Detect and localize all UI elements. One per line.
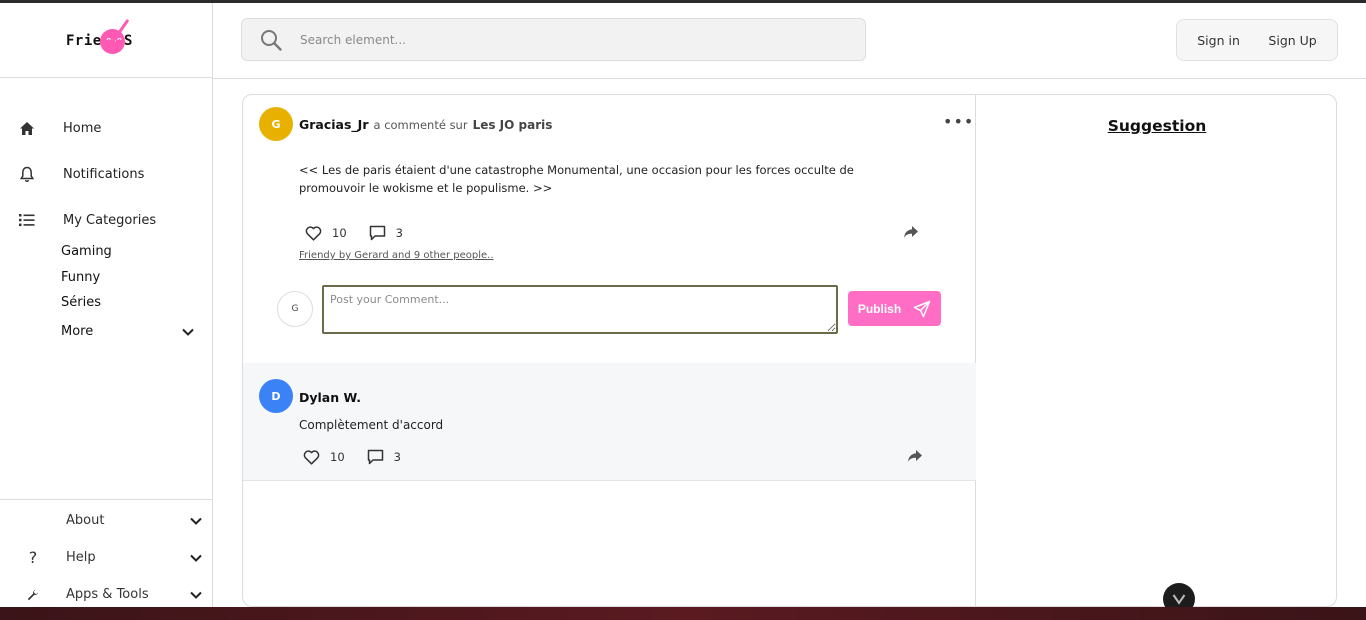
chevron-down-icon [1172,594,1186,605]
logo-area: Frien ᵔᵕᵔ S [0,3,212,78]
reply-author[interactable]: Dylan W. [299,390,361,405]
comment-icon [367,449,383,465]
comment-icon [369,225,385,241]
comment-button[interactable]: 3 [367,449,401,465]
logo-tail: S [124,33,133,49]
home-icon [18,119,36,137]
post-header: Gracias_Jr a commenté sur Les JO paris [299,117,552,132]
apps-tools-label: Apps & Tools [66,587,149,602]
brand-logo[interactable]: Frien ᵔᵕᵔ S [66,18,146,60]
like-button[interactable]: 10 [305,225,347,241]
wrench-icon [0,589,66,601]
reply-stats: 10 3 [303,449,423,465]
avatar: G [277,291,313,327]
top-header: Sign in Sign Up [213,3,1366,79]
avatar[interactable]: D [259,379,293,413]
comment-button[interactable]: 3 [369,225,403,241]
publish-button[interactable]: Publish [848,291,941,326]
nav-item-my-categories[interactable]: My Categories [0,197,212,243]
chevron-down-icon [190,554,202,562]
search-input[interactable] [300,32,820,47]
auth-buttons: Sign in Sign Up [1176,19,1338,61]
like-count: 10 [330,450,345,464]
feed: G Gracias_Jr a commenté sur Les JO paris… [243,95,976,606]
search-icon[interactable] [242,28,300,52]
chevron-down-icon [182,328,194,336]
publish-label: Publish [857,301,902,316]
sidebar-bottom: About ? Help Apps & Tools [0,499,212,613]
about-toggle[interactable]: About [0,502,212,539]
nav-label-home: Home [63,120,102,136]
sidebar: Frien ᵔᵕᵔ S Home Notifications My Catego… [0,3,213,607]
post-author[interactable]: Gracias_Jr [299,117,369,132]
sign-up-button[interactable]: Sign Up [1268,33,1316,48]
sign-in-button[interactable]: Sign in [1197,33,1240,48]
reply-text: Complètement d'accord [299,418,444,432]
like-count: 10 [332,226,347,240]
main-nav: Home Notifications My Categories Gaming … [0,78,212,348]
nav-item-notifications[interactable]: Notifications [0,151,212,197]
help-label: Help [66,550,96,565]
share-icon[interactable] [907,449,923,463]
comment-count: 3 [393,450,401,464]
post-stats: 10 3 [305,225,425,241]
list-icon [18,211,36,229]
comment-composer: G Publish [277,285,975,335]
about-label: About [66,513,105,528]
share-icon[interactable] [903,225,919,239]
chevron-down-icon [190,517,202,525]
liked-by-link[interactable]: Friendy by Gerard and 9 other people.. [299,250,494,261]
category-more-label: More [61,323,94,339]
suggestion-title: Suggestion [1107,117,1207,135]
category-item-series[interactable]: Séries [61,290,212,316]
help-toggle[interactable]: ? Help [0,539,212,576]
os-taskbar [0,607,1366,620]
post: G Gracias_Jr a commenté sur Les JO paris… [243,95,975,363]
post-action: a commenté sur [373,117,468,132]
nav-item-home[interactable]: Home [0,105,212,151]
category-more-toggle[interactable]: More [61,316,212,348]
chevron-down-icon [190,591,202,599]
post-text: << Les de paris étaient d'une catastroph… [299,163,854,195]
send-icon [913,300,931,317]
reply-comment: D Dylan W. Complètement d'accord 10 3 [243,363,976,481]
comment-input[interactable] [322,285,838,334]
question-icon: ? [28,548,38,567]
main-content: G Gracias_Jr a commenté sur Les JO paris… [242,94,1337,607]
search-bar [241,18,866,61]
heart-icon [303,449,320,465]
suggestion-panel: Suggestion [977,95,1336,606]
category-item-funny[interactable]: Funny [61,265,212,291]
post-topic[interactable]: Les JO paris [473,118,553,132]
more-options-icon[interactable]: ••• [943,114,974,130]
category-item-gaming[interactable]: Gaming [61,239,212,265]
nav-label-notifications: Notifications [63,166,145,182]
heart-icon [305,225,322,241]
bell-icon [18,165,36,183]
nav-label-my-categories: My Categories [63,212,157,228]
avatar[interactable]: G [259,107,293,141]
comment-count: 3 [395,226,403,240]
category-list: Gaming Funny Séries More [0,239,212,348]
like-button[interactable]: 10 [303,449,345,465]
